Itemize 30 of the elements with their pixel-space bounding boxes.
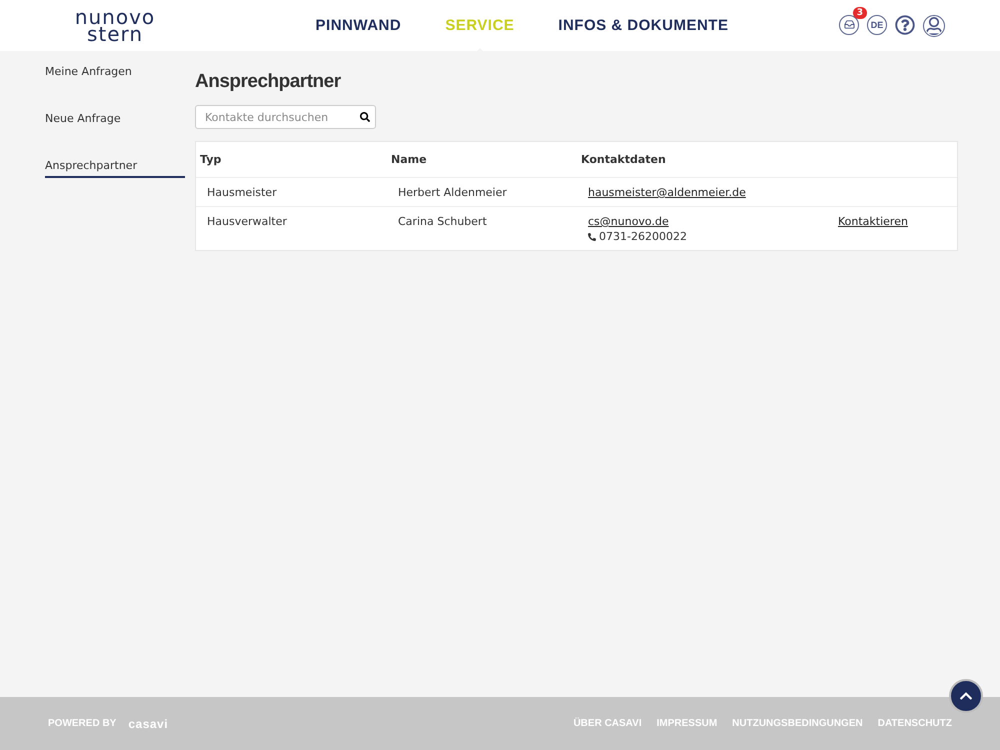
nav-tab[interactable]: INFOS & DOKUMENTE [558, 17, 728, 34]
sidebar-item[interactable]: Ansprechpartner [45, 159, 185, 178]
column-header: Kontaktdaten [581, 153, 667, 166]
search-field[interactable]: Kontakte durchsuchen [195, 105, 376, 129]
page-title: Ansprechpartner [195, 71, 342, 93]
search-icon [360, 112, 370, 122]
table-cell-text: Hausverwalter [207, 215, 288, 230]
contact-link[interactable]: Kontaktieren [838, 215, 953, 243]
phone-icon [588, 232, 596, 240]
sidebar-item[interactable]: Meine Anfragen [45, 65, 185, 84]
column-header: Typ [200, 153, 222, 166]
help-button[interactable] [895, 14, 915, 36]
inbox-icon [844, 19, 854, 30]
email-link[interactable]: cs@nunovo.de [588, 215, 838, 228]
brand-logo: casavi [128, 716, 168, 730]
logo: nunovo stern [74, 8, 156, 42]
nav-tab[interactable]: PINNWAND [316, 17, 402, 34]
powered-by-label: POWERED BY [48, 718, 116, 729]
notification-badge: 3 [852, 6, 867, 18]
email-link[interactable]: hausmeister@aldenmeier.de [588, 186, 838, 199]
table-cell-text: Carina Schubert [398, 215, 488, 230]
inbox-button[interactable] [839, 14, 859, 34]
language-button[interactable]: DE [867, 14, 887, 34]
table-cell-text: Hausmeister [207, 186, 278, 199]
phone-number: 0731-26200022 [588, 230, 838, 243]
column-header: Name [391, 153, 428, 166]
account-button[interactable] [923, 14, 945, 36]
sidebar-item[interactable]: Neue Anfrage [45, 112, 185, 131]
table-cell-text: Herbert Aldenmeier [398, 186, 508, 199]
scroll-top-button[interactable] [949, 679, 983, 713]
